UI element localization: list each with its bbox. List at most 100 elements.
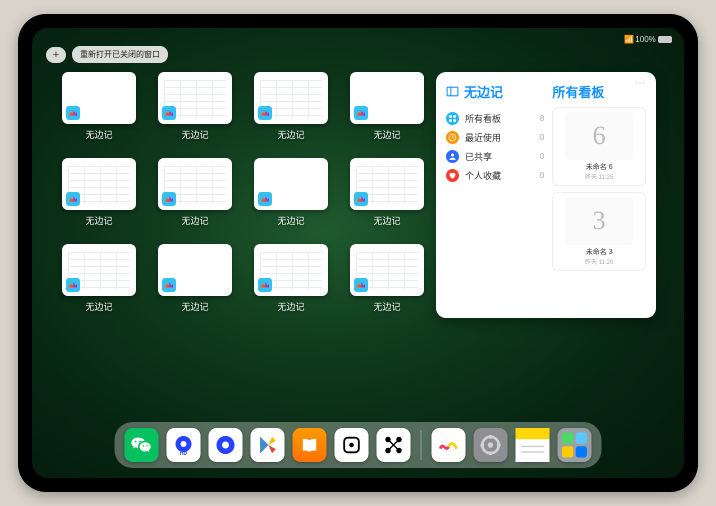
freeform-app-icon bbox=[162, 278, 176, 292]
window-preview bbox=[158, 158, 232, 210]
dock-app-nodes[interactable] bbox=[377, 428, 411, 462]
nav-count: 0 bbox=[540, 133, 544, 142]
freeform-app-icon bbox=[258, 278, 272, 292]
window-label: 无边记 bbox=[181, 128, 208, 141]
board-item[interactable]: 6 未命名 6昨天 11:25 bbox=[552, 107, 646, 186]
window-thumbnail[interactable]: 无边记 bbox=[60, 158, 138, 234]
window-thumbnail[interactable]: 无边记 bbox=[156, 158, 234, 234]
window-preview bbox=[254, 244, 328, 296]
window-label: 无边记 bbox=[85, 128, 112, 141]
new-window-button[interactable]: + bbox=[46, 47, 66, 63]
nav-item-person[interactable]: 已共享 0 bbox=[446, 147, 544, 166]
nav-item-grid[interactable]: 所有看板 8 bbox=[446, 109, 544, 128]
top-bar: + 重新打开已关闭的窗口 bbox=[46, 46, 168, 63]
window-label: 无边记 bbox=[373, 300, 400, 313]
window-grid: 无边记无边记无边记无边记无边记无边记无边记无边记无边记无边记无边记无边记 bbox=[60, 72, 426, 422]
window-thumbnail[interactable]: 无边记 bbox=[60, 72, 138, 148]
nav-count: 0 bbox=[540, 171, 544, 180]
sidebar-icon bbox=[446, 85, 459, 98]
freeform-app-icon bbox=[354, 278, 368, 292]
more-icon[interactable]: ⋯ bbox=[635, 78, 646, 89]
freeform-popover: ⋯ 无边记 所有看板8最近使用0已共享0个人收藏0 所有看板 6未命名 6昨天 … bbox=[436, 72, 656, 318]
board-item[interactable]: 3 未命名 3昨天 11:20 bbox=[552, 192, 646, 271]
window-label: 无边记 bbox=[373, 128, 400, 141]
dock-app-app-library[interactable] bbox=[558, 428, 592, 462]
dock-app-quark[interactable] bbox=[209, 428, 243, 462]
grid-icon bbox=[446, 112, 459, 125]
board-date: 昨天 11:25 bbox=[585, 172, 613, 181]
window-thumbnail[interactable]: 无边记 bbox=[156, 72, 234, 148]
freeform-app-icon bbox=[354, 106, 368, 120]
window-thumbnail[interactable]: 无边记 bbox=[156, 244, 234, 320]
window-label: 无边记 bbox=[85, 214, 112, 227]
person-icon bbox=[446, 150, 459, 163]
popover-title: 无边记 bbox=[446, 82, 544, 101]
dock-app-play[interactable] bbox=[251, 428, 285, 462]
window-thumbnail[interactable]: 无边记 bbox=[252, 244, 330, 320]
dock: HD bbox=[115, 422, 602, 468]
status-right: 📶 100% bbox=[624, 35, 672, 44]
window-label: 无边记 bbox=[277, 300, 304, 313]
boards-heading: 所有看板 bbox=[552, 82, 646, 101]
nav-item-heart[interactable]: 个人收藏 0 bbox=[446, 166, 544, 185]
freeform-app-icon bbox=[258, 192, 272, 206]
svg-text:HD: HD bbox=[180, 451, 188, 457]
window-preview bbox=[254, 158, 328, 210]
dock-separator bbox=[421, 430, 422, 460]
window-preview bbox=[350, 244, 424, 296]
freeform-app-icon bbox=[66, 106, 80, 120]
heart-icon bbox=[446, 169, 459, 182]
nav-label: 个人收藏 bbox=[465, 169, 501, 182]
screen: 📶 100% + 重新打开已关闭的窗口 无边记无边记无边记无边记无边记无边记无边… bbox=[32, 28, 684, 478]
freeform-app-icon bbox=[258, 106, 272, 120]
window-label: 无边记 bbox=[277, 128, 304, 141]
nav-label: 已共享 bbox=[465, 150, 492, 163]
freeform-app-icon bbox=[354, 192, 368, 206]
window-label: 无边记 bbox=[85, 300, 112, 313]
window-preview bbox=[158, 72, 232, 124]
dock-app-quark-hd[interactable]: HD bbox=[167, 428, 201, 462]
dock-app-books[interactable] bbox=[293, 428, 327, 462]
window-thumbnail[interactable]: 无边记 bbox=[348, 244, 426, 320]
nav-count: 8 bbox=[540, 114, 544, 123]
window-preview bbox=[254, 72, 328, 124]
window-label: 无边记 bbox=[277, 214, 304, 227]
nav-count: 0 bbox=[540, 152, 544, 161]
nav-label: 最近使用 bbox=[465, 131, 501, 144]
reopen-closed-window-button[interactable]: 重新打开已关闭的窗口 bbox=[72, 46, 168, 63]
ipad-frame: 📶 100% + 重新打开已关闭的窗口 无边记无边记无边记无边记无边记无边记无边… bbox=[18, 14, 698, 492]
clock-icon bbox=[446, 131, 459, 144]
nav-label: 所有看板 bbox=[465, 112, 501, 125]
board-preview: 3 bbox=[565, 197, 633, 245]
dock-app-freeform[interactable] bbox=[432, 428, 466, 462]
window-thumbnail[interactable]: 无边记 bbox=[348, 158, 426, 234]
board-preview: 6 bbox=[565, 112, 633, 160]
status-bar: 📶 100% bbox=[32, 32, 684, 46]
freeform-app-icon bbox=[162, 192, 176, 206]
dock-app-wechat[interactable] bbox=[125, 428, 159, 462]
window-thumbnail[interactable]: 无边记 bbox=[252, 72, 330, 148]
dock-app-notes[interactable] bbox=[516, 428, 550, 462]
window-thumbnail[interactable]: 无边记 bbox=[348, 72, 426, 148]
freeform-app-icon bbox=[66, 192, 80, 206]
window-preview bbox=[158, 244, 232, 296]
board-name: 未命名 6 bbox=[586, 162, 613, 172]
window-label: 无边记 bbox=[373, 214, 400, 227]
window-thumbnail[interactable]: 无边记 bbox=[60, 244, 138, 320]
board-name: 未命名 3 bbox=[586, 247, 613, 257]
dock-app-dice[interactable] bbox=[335, 428, 369, 462]
window-preview bbox=[62, 244, 136, 296]
board-date: 昨天 11:20 bbox=[585, 257, 613, 266]
content-area: 无边记无边记无边记无边记无边记无边记无边记无边记无边记无边记无边记无边记 ⋯ 无… bbox=[60, 72, 656, 422]
window-preview bbox=[350, 72, 424, 124]
dock-app-settings[interactable] bbox=[474, 428, 508, 462]
nav-item-clock[interactable]: 最近使用 0 bbox=[446, 128, 544, 147]
window-thumbnail[interactable]: 无边记 bbox=[252, 158, 330, 234]
freeform-app-icon bbox=[162, 106, 176, 120]
window-label: 无边记 bbox=[181, 300, 208, 313]
window-preview bbox=[62, 72, 136, 124]
popover-sidebar: 无边记 所有看板 8 最近使用 0 已共享 0 个人收藏 0 bbox=[446, 82, 544, 308]
freeform-app-icon bbox=[66, 278, 80, 292]
window-label: 无边记 bbox=[181, 214, 208, 227]
popover-boards: 所有看板 6 未命名 6昨天 11:25 3 未命名 3昨天 11:20 bbox=[552, 82, 646, 308]
